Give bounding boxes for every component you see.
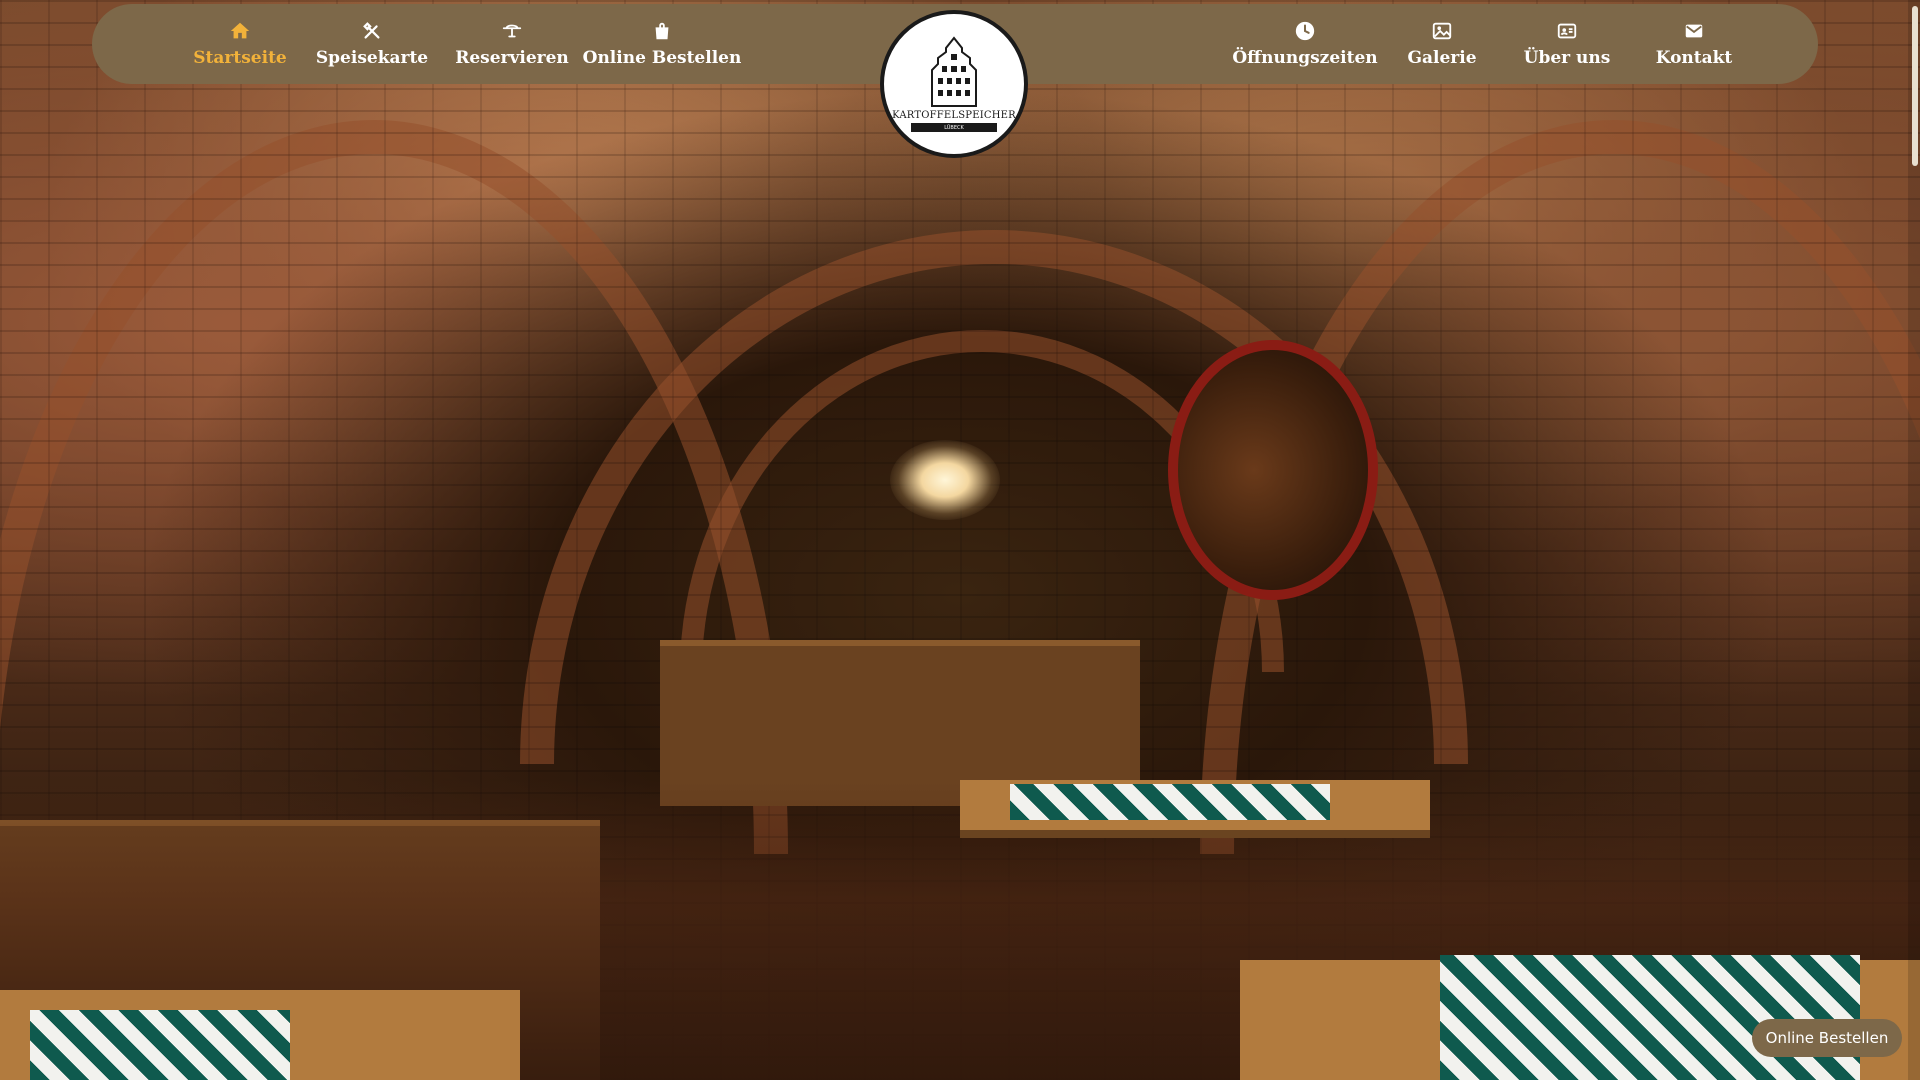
restaurant-logo[interactable]: KARTOFFELSPEICHER LÜBECK — [880, 10, 1028, 158]
nav-item-galerie[interactable]: Galerie — [1382, 4, 1502, 84]
scrollbar-thumb[interactable] — [1912, 6, 1918, 166]
home-icon — [230, 22, 250, 39]
checkered-tablecloth — [1010, 784, 1330, 820]
logo-subtitle: LÜBECK — [944, 124, 964, 131]
page-scrollbar[interactable] — [1908, 0, 1920, 1080]
wine-barrel — [1168, 340, 1378, 600]
reservation-bell-icon — [502, 24, 522, 38]
page: Startseite Speisekarte Reservieren Onlin… — [0, 0, 1920, 1080]
chandelier — [890, 440, 1000, 520]
logo-ribbon: LÜBECK — [911, 123, 997, 132]
nav-item-label: Reservieren — [455, 48, 569, 68]
online-bestellen-floating-button[interactable]: Online Bestellen — [1752, 1019, 1902, 1057]
id-card-icon — [1557, 23, 1577, 39]
nav-item-ueber-uns[interactable]: Über uns — [1502, 4, 1632, 84]
image-icon — [1432, 22, 1452, 40]
nav-item-online-bestellen[interactable]: Online Bestellen — [562, 4, 762, 84]
nav-item-label: Galerie — [1407, 48, 1477, 68]
logo-name: KARTOFFELSPEICHER — [892, 110, 1016, 121]
nav-item-label: Startseite — [193, 48, 287, 68]
shopping-bag-icon — [655, 22, 669, 40]
checkered-tablecloth-right — [1440, 955, 1860, 1080]
envelope-icon — [1685, 24, 1703, 38]
floating-button-label: Online Bestellen — [1765, 1029, 1889, 1047]
hero-background-image — [0, 0, 1920, 1080]
nav-item-label: Über uns — [1523, 48, 1611, 68]
nav-item-label: Öffnungszeiten — [1232, 48, 1378, 68]
nav-item-startseite[interactable]: Startseite — [180, 4, 300, 84]
clock-icon — [1295, 21, 1315, 41]
nav-item-kontakt[interactable]: Kontakt — [1632, 4, 1756, 84]
nav-item-oeffnungszeiten[interactable]: Öffnungszeiten — [1215, 4, 1395, 84]
cutlery-icon — [363, 22, 380, 39]
nav-item-label: Kontakt — [1655, 48, 1733, 68]
checkered-tablecloth-left — [30, 1010, 290, 1080]
warehouse-building-icon — [931, 36, 977, 107]
nav-item-label: Speisekarte — [315, 48, 429, 68]
nav-item-label: Online Bestellen — [582, 48, 742, 68]
